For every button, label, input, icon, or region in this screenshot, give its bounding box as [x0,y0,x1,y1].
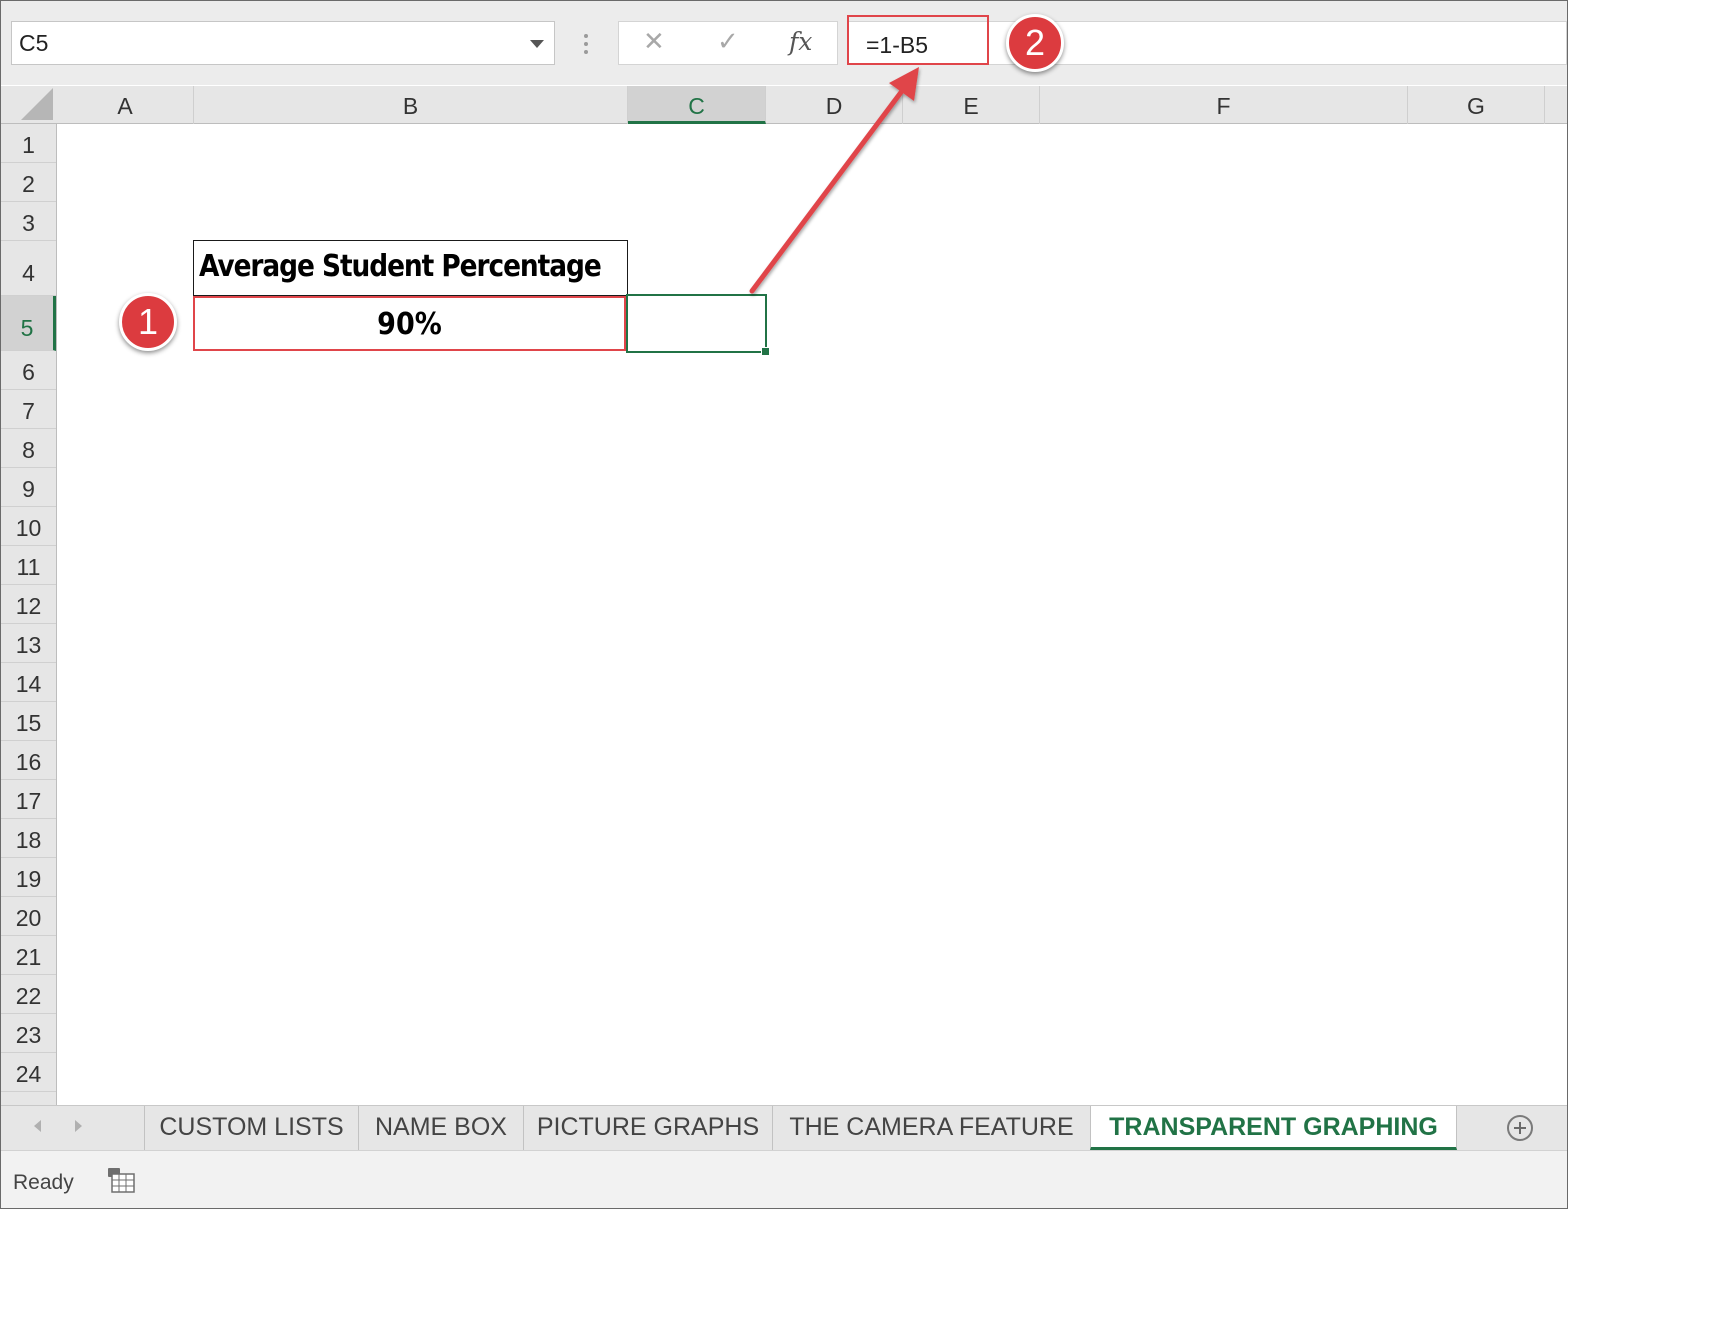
sheet-tab-picture-graphs[interactable]: PICTURE GRAPHS [523,1106,772,1150]
row-header[interactable]: 5 [1,296,56,351]
row-header[interactable]: 19 [1,858,56,897]
enter-icon[interactable]: ✓ [717,26,739,57]
cell-b4[interactable]: Average Student Percentage [193,240,628,296]
formula-highlight-box [847,15,989,65]
row-header[interactable]: 12 [1,585,56,624]
row-header[interactable]: 25 [1,1092,56,1105]
row-header[interactable]: 14 [1,663,56,702]
cell-b4-text: Average Student Percentage [199,249,602,284]
name-box-value: C5 [19,30,49,56]
status-bar: Ready [1,1150,1567,1208]
row-header[interactable]: 13 [1,624,56,663]
drag-handle-icon[interactable] [584,34,588,54]
row-header[interactable]: 7 [1,390,56,429]
scroll-left-icon[interactable] [34,1120,41,1132]
row-header[interactable]: 15 [1,702,56,741]
fill-handle[interactable] [761,347,770,356]
row-header[interactable]: 17 [1,780,56,819]
macro-recording-icon[interactable] [107,1167,135,1193]
column-header-g[interactable]: G [1408,86,1545,124]
cell-c5-selected[interactable] [626,294,770,356]
row-header[interactable]: 10 [1,507,56,546]
status-text: Ready [13,1171,74,1194]
sheet-tabs-bar: CUSTOM LISTS NAME BOX PICTURE GRAPHS THE… [1,1105,1567,1150]
formula-bar: C5 ✕ ✓ fx =1-B5 [1,1,1567,85]
row-header[interactable]: 21 [1,936,56,975]
scroll-right-icon[interactable] [75,1120,82,1132]
sheet-tab-transparent-graphing[interactable]: TRANSPARENT GRAPHING [1090,1106,1457,1150]
formula-buttons: ✕ ✓ fx [618,21,838,65]
callout-badge-2: 2 [1006,14,1064,72]
row-header[interactable]: 24 [1,1053,56,1092]
row-header[interactable]: 1 [1,124,56,163]
row-header[interactable]: 3 [1,202,56,241]
column-header-d[interactable]: D [766,86,903,124]
column-header-c[interactable]: C [628,86,766,124]
row-header[interactable]: 9 [1,468,56,507]
row-header[interactable]: 6 [1,351,56,390]
insert-function-icon[interactable]: fx [789,27,812,56]
row-header[interactable]: 23 [1,1014,56,1053]
sheet-tab-custom-lists[interactable]: CUSTOM LISTS [144,1106,358,1150]
row-header[interactable]: 8 [1,429,56,468]
row-headers: 1 2 3 4 5 6 7 8 9 10 11 12 13 14 15 16 1… [1,124,57,1105]
row-header[interactable]: 11 [1,546,56,585]
row-header[interactable]: 16 [1,741,56,780]
chevron-down-icon[interactable] [530,40,544,48]
cell-b5[interactable]: 90% [193,296,626,351]
sheet-tab-name-box[interactable]: NAME BOX [358,1106,523,1150]
row-header[interactable]: 2 [1,163,56,202]
column-header-b[interactable]: B [194,86,628,124]
row-header[interactable]: 22 [1,975,56,1014]
sheet-tab-camera-feature[interactable]: THE CAMERA FEATURE [772,1106,1090,1150]
column-header-f[interactable]: F [1040,86,1408,124]
add-sheet-icon[interactable] [1507,1115,1533,1141]
callout-badge-1: 1 [119,293,177,351]
column-header-a[interactable]: A [57,86,194,124]
row-header[interactable]: 20 [1,897,56,936]
row-header[interactable]: 4 [1,241,56,296]
row-header[interactable]: 18 [1,819,56,858]
name-box[interactable]: C5 [11,21,555,65]
cell-b5-text: 90% [377,307,442,342]
select-all-button[interactable] [1,86,57,124]
cancel-icon[interactable]: ✕ [643,26,665,57]
column-headers: A B C D E F G [1,86,1567,124]
column-header-e[interactable]: E [903,86,1040,124]
